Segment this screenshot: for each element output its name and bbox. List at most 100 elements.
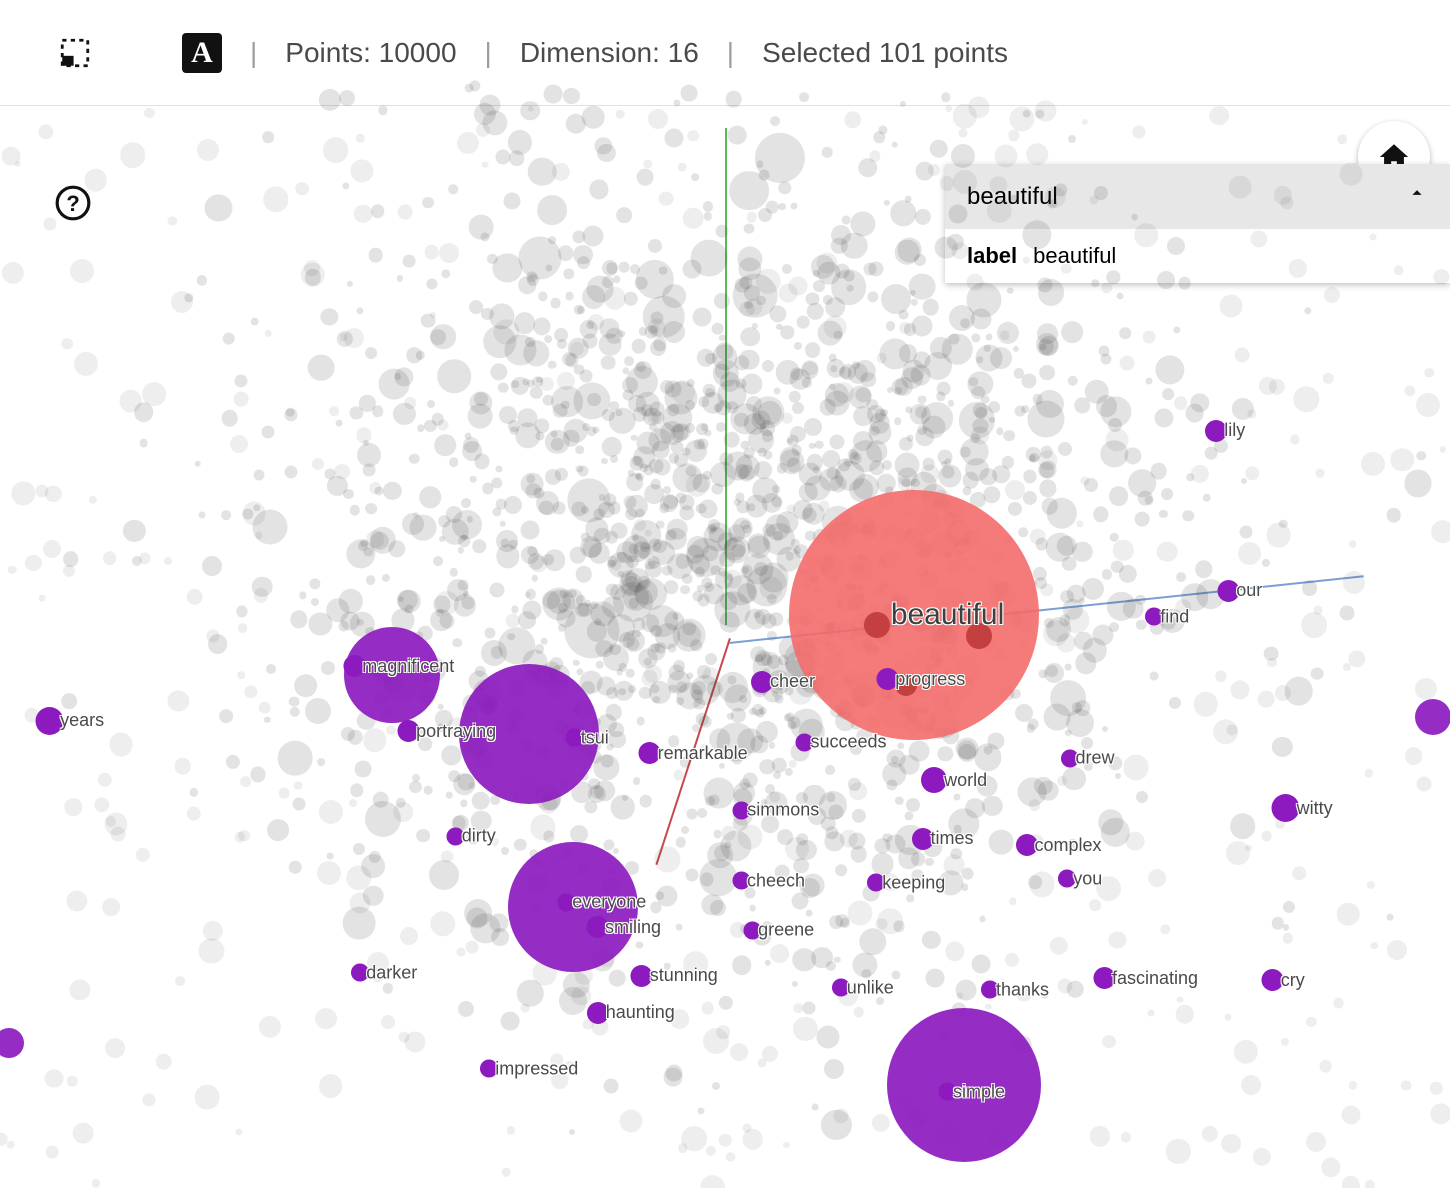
- background-point: [1101, 354, 1112, 365]
- background-point: [746, 212, 757, 223]
- labeled-point[interactable]: stunning: [631, 965, 718, 987]
- background-point: [265, 330, 271, 336]
- background-point: [872, 1114, 890, 1132]
- background-point: [174, 758, 191, 775]
- labeled-point[interactable]: portraying: [397, 720, 496, 742]
- background-point: [789, 760, 797, 768]
- background-point: [602, 436, 622, 456]
- select-rectangle-icon[interactable]: [58, 36, 92, 70]
- labeled-point[interactable]: impressed: [480, 1058, 578, 1079]
- background-point: [262, 131, 274, 143]
- background-point: [967, 274, 984, 291]
- background-point: [258, 701, 271, 714]
- background-point: [826, 961, 836, 971]
- labeled-point[interactable]: find: [1145, 606, 1189, 627]
- highlight-point[interactable]: [0, 1028, 24, 1058]
- labeled-point[interactable]: cheer: [751, 671, 815, 693]
- highlight-point[interactable]: [1415, 699, 1450, 735]
- labeled-point[interactable]: succeeds: [795, 732, 886, 753]
- background-point: [1109, 931, 1126, 948]
- background-point: [571, 502, 586, 517]
- background-point: [784, 768, 792, 776]
- background-point: [817, 1025, 840, 1048]
- background-point: [687, 130, 699, 142]
- labeled-point[interactable]: cry: [1262, 969, 1305, 991]
- labeled-point[interactable]: simmons: [732, 800, 819, 821]
- background-point: [496, 545, 519, 568]
- labeled-point[interactable]: magnificent: [343, 655, 454, 677]
- background-point: [786, 457, 801, 472]
- background-point: [267, 819, 289, 841]
- background-point: [168, 216, 177, 225]
- labeled-point[interactable]: smiling: [586, 916, 661, 938]
- background-point: [434, 435, 456, 457]
- labeled-point[interactable]: years: [35, 707, 104, 735]
- background-point: [587, 393, 601, 407]
- background-point: [822, 147, 833, 158]
- labeled-point[interactable]: complex: [1015, 834, 1101, 856]
- background-point: [1343, 571, 1365, 593]
- background-point: [1089, 899, 1101, 911]
- background-point: [948, 400, 954, 406]
- separator: |: [485, 37, 492, 69]
- labeled-point[interactable]: everyone: [557, 892, 646, 913]
- background-point: [1061, 321, 1083, 343]
- background-point: [673, 770, 684, 781]
- background-point: [635, 277, 648, 290]
- background-point: [1011, 195, 1018, 202]
- labeled-point[interactable]: simple: [938, 1081, 1005, 1102]
- projector-canvas[interactable]: ? beautiful label beautiful beautifullil…: [0, 106, 1450, 1188]
- background-point: [636, 717, 645, 726]
- labeled-point[interactable]: unlike: [832, 977, 894, 998]
- labels-toggle-icon[interactable]: A: [182, 33, 222, 73]
- background-point: [643, 159, 652, 168]
- labeled-point[interactable]: progress: [876, 668, 965, 690]
- labeled-point[interactable]: tsui: [566, 727, 609, 748]
- background-point: [1415, 678, 1437, 700]
- background-point: [792, 948, 816, 972]
- background-point: [791, 426, 807, 442]
- labeled-point[interactable]: lily: [1205, 420, 1245, 442]
- background-point: [979, 915, 986, 922]
- labeled-point[interactable]: cheech: [732, 870, 805, 891]
- labeled-point[interactable]: darker: [351, 962, 417, 983]
- background-point: [1430, 1082, 1442, 1094]
- labeled-point[interactable]: witty: [1272, 794, 1333, 822]
- labeled-point[interactable]: fascinating: [1093, 967, 1198, 989]
- labeled-point[interactable]: greene: [743, 920, 814, 941]
- labeled-point[interactable]: remarkable: [639, 742, 748, 764]
- background-point: [102, 898, 120, 916]
- night-mode-icon[interactable]: [120, 36, 154, 70]
- labeled-point[interactable]: drew: [1060, 748, 1114, 769]
- labeled-point[interactable]: times: [911, 828, 973, 850]
- labeled-point[interactable]: our: [1217, 580, 1262, 602]
- labeled-point[interactable]: world: [921, 767, 987, 793]
- background-point: [728, 126, 747, 145]
- background-point: [778, 181, 791, 194]
- background-point: [573, 660, 579, 666]
- background-point: [972, 427, 989, 444]
- background-point: [1319, 1060, 1332, 1073]
- labeled-point[interactable]: dirty: [447, 826, 496, 847]
- labeled-point[interactable]: thanks: [981, 979, 1049, 1000]
- background-point: [290, 707, 300, 717]
- background-point: [538, 292, 547, 301]
- background-point: [465, 941, 478, 954]
- background-point: [702, 667, 720, 685]
- labeled-point-text: greene: [758, 920, 814, 941]
- info-panel-header[interactable]: beautiful: [945, 164, 1450, 229]
- background-point: [910, 365, 931, 386]
- background-point: [489, 582, 504, 597]
- background-point: [951, 144, 975, 168]
- labeled-point[interactable]: keeping: [867, 872, 945, 893]
- labeled-point[interactable]: haunting: [587, 1002, 675, 1024]
- labeled-point[interactable]: you: [1058, 868, 1102, 889]
- background-point: [619, 1109, 642, 1132]
- help-icon[interactable]: ?: [54, 184, 92, 222]
- background-point: [1157, 542, 1178, 563]
- background-point: [1135, 511, 1150, 526]
- background-point: [522, 600, 541, 619]
- background-point: [835, 914, 849, 928]
- background-point: [1042, 498, 1059, 515]
- background-point: [196, 275, 206, 285]
